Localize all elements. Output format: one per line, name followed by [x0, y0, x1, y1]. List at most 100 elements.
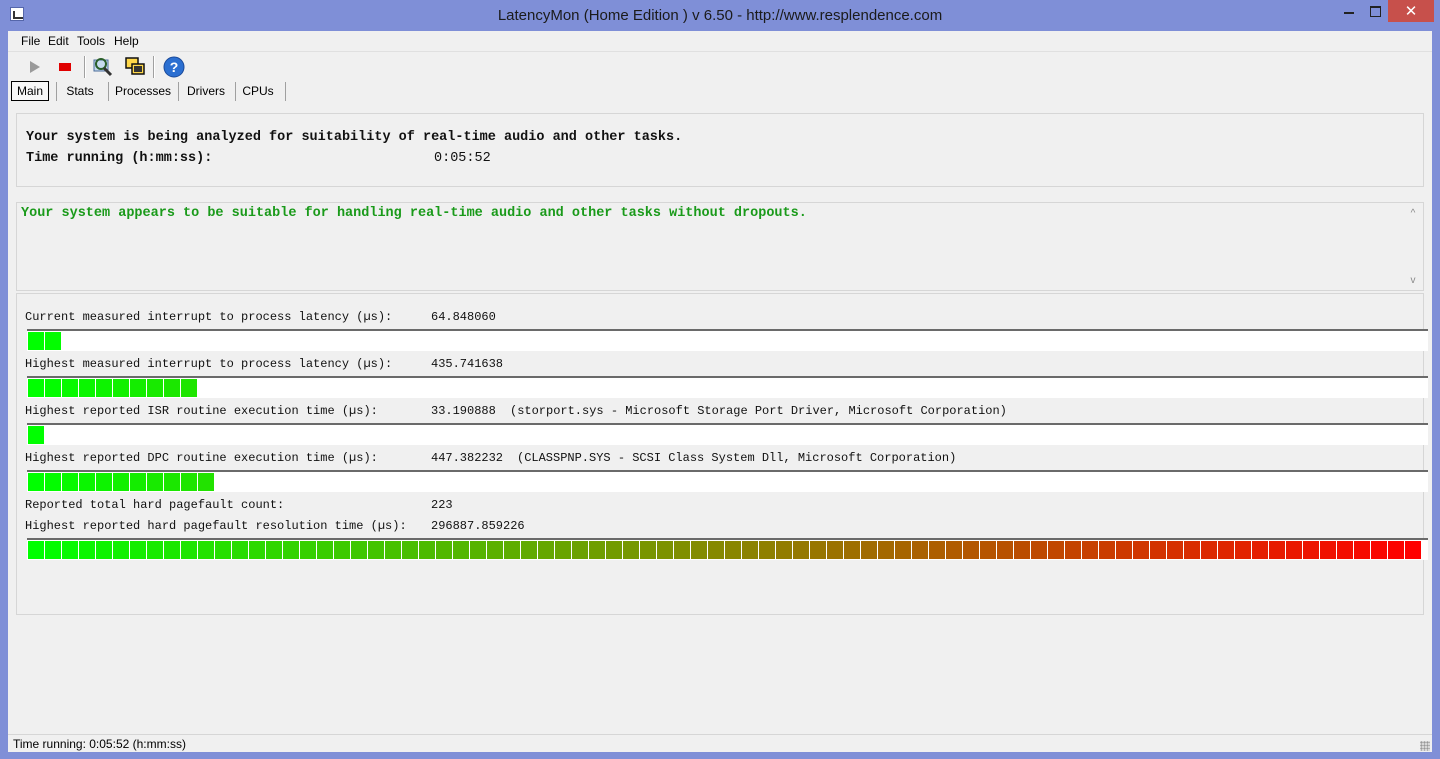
tab-separator — [178, 82, 179, 101]
close-icon: ✕ — [1404, 3, 1418, 20]
bar-segment — [402, 541, 418, 559]
bar-segment — [640, 541, 656, 559]
status-bar: Time running: 0:05:52 (h:mm:ss) — [8, 734, 1432, 753]
help-button[interactable]: ? — [162, 55, 186, 79]
toolbar-separator — [153, 56, 155, 78]
bar-segment — [1167, 541, 1183, 559]
bar-segment — [1065, 541, 1081, 559]
bar-segment — [1303, 541, 1319, 559]
bar-segment — [861, 541, 877, 559]
analyze-button[interactable] — [91, 55, 115, 79]
minimize-button[interactable] — [1336, 0, 1362, 22]
time-running-label: Time running (h:mm:ss): — [26, 151, 213, 166]
bar-segment — [385, 541, 401, 559]
bar-segment — [164, 541, 180, 559]
bar-segment — [96, 379, 112, 397]
menu-tools[interactable]: Tools — [77, 34, 105, 48]
bar-segment — [181, 541, 197, 559]
minimize-icon — [1344, 12, 1354, 14]
bar-segment — [317, 541, 333, 559]
bar-segment — [147, 379, 163, 397]
result-message[interactable]: Your system appears to be suitable for h… — [21, 206, 807, 221]
bar-segment — [572, 541, 588, 559]
tab-separator — [108, 82, 109, 101]
bar-segment — [606, 541, 622, 559]
menu-edit[interactable]: Edit — [48, 34, 69, 48]
toolbar-separator — [84, 56, 86, 78]
windows-icon — [125, 57, 145, 75]
metrics-panel: Current measured interrupt to process la… — [16, 293, 1428, 615]
bar-segment — [1201, 541, 1217, 559]
result-panel: Your system appears to be suitable for h… — [16, 202, 1424, 291]
bar-segment — [249, 541, 265, 559]
close-button[interactable]: ✕ — [1388, 0, 1434, 22]
pagefault-count-label: Reported total hard pagefault count: — [25, 498, 285, 512]
bar-segment — [1252, 541, 1268, 559]
stop-button[interactable] — [53, 55, 77, 79]
bar-segment — [776, 541, 792, 559]
scroll-down-button[interactable]: v — [1406, 275, 1420, 289]
scroll-up-button[interactable]: ^ — [1406, 208, 1420, 222]
play-icon — [30, 61, 40, 73]
menu-help[interactable]: Help — [114, 34, 139, 48]
bar-segment — [1184, 541, 1200, 559]
bar-segment — [79, 541, 95, 559]
title-bar[interactable]: LatencyMon (Home Edition ) v 6.50 - http… — [0, 0, 1440, 32]
tab-main[interactable]: Main — [11, 81, 49, 101]
bar-segment — [1388, 541, 1404, 559]
bar-segment — [113, 541, 129, 559]
bar-segment — [334, 541, 350, 559]
help-glyph: ? — [170, 59, 179, 75]
bar-segment — [878, 541, 894, 559]
bar-segment — [1082, 541, 1098, 559]
menu-file[interactable]: File — [21, 34, 40, 48]
bar-segment — [266, 541, 282, 559]
bar-segment — [538, 541, 554, 559]
tab-stats[interactable]: Stats — [62, 81, 98, 101]
bar-segment — [1320, 541, 1336, 559]
metric-label: Highest reported ISR routine execution t… — [25, 404, 378, 418]
bar-segment — [844, 541, 860, 559]
pagefault-time-value: 296887.859226 — [431, 519, 525, 533]
latency-bar — [27, 423, 1428, 445]
bar-segment — [742, 541, 758, 559]
start-button[interactable] — [22, 55, 46, 79]
bar-segment — [521, 541, 537, 559]
tab-drivers[interactable]: Drivers — [184, 81, 228, 101]
metric-label: Highest measured interrupt to process la… — [25, 357, 393, 371]
bar-segment — [198, 473, 214, 491]
bar-segment — [368, 541, 384, 559]
bar-segment — [1405, 541, 1421, 559]
bar-segment — [487, 541, 503, 559]
status-bar-text: Time running: 0:05:52 (h:mm:ss) — [13, 737, 186, 751]
tab-separator — [56, 82, 57, 101]
metric-label: Highest reported DPC routine execution t… — [25, 451, 378, 465]
bar-segment — [45, 379, 61, 397]
tab-cpus[interactable]: CPUs — [240, 81, 276, 101]
bar-segment — [113, 473, 129, 491]
bar-segment — [45, 473, 61, 491]
bar-segment — [793, 541, 809, 559]
help-icon: ? — [163, 56, 185, 78]
analysis-status: Your system is being analyzed for suitab… — [26, 130, 683, 145]
bar-segment — [300, 541, 316, 559]
client-area: File Edit Tools Help ? Main Stats Proces… — [8, 31, 1432, 752]
resize-grip[interactable] — [1420, 741, 1430, 751]
bar-segment — [130, 541, 146, 559]
metric-value: 435.741638 — [431, 357, 504, 371]
bar-segment — [623, 541, 639, 559]
bar-segment — [28, 379, 44, 397]
bar-segment — [827, 541, 843, 559]
app-window: LatencyMon (Home Edition ) v 6.50 - http… — [0, 0, 1440, 759]
bar-segment — [589, 541, 605, 559]
pagefault-bar — [27, 538, 1428, 560]
bar-segment — [1218, 541, 1234, 559]
maximize-button[interactable] — [1362, 0, 1388, 22]
tab-processes[interactable]: Processes — [114, 81, 172, 101]
bar-segment — [198, 541, 214, 559]
pagefault-time-label: Highest reported hard pagefault resoluti… — [25, 519, 407, 533]
windows-button[interactable] — [123, 55, 147, 79]
bar-segment — [1031, 541, 1047, 559]
bar-segment — [691, 541, 707, 559]
bar-segment — [555, 541, 571, 559]
